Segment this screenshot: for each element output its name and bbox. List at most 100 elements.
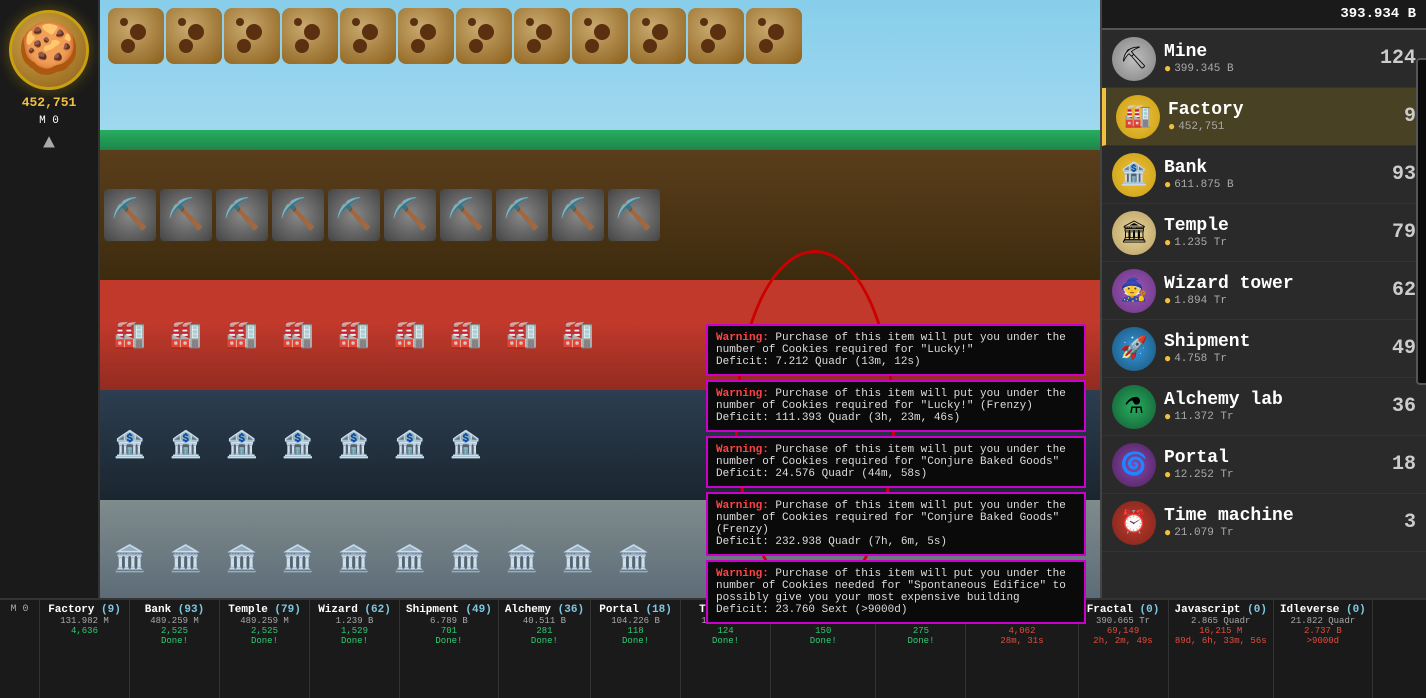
bottom-item-fractal[interactable]: Fractal (0) 390.665 Tr 69,149 2h, 2m, 49…	[1079, 600, 1169, 698]
mine-info: Mine ● 399.345 B	[1164, 42, 1380, 76]
shipment-count: 49	[1386, 337, 1416, 360]
bi-wizard-name: Wizard (62)	[318, 604, 391, 616]
shipment-name: Shipment	[1164, 332, 1386, 352]
bank-count: 93	[1386, 163, 1416, 186]
portal-coin-icon: ●	[1164, 468, 1171, 482]
bi-factory-cookies: 131.982 M	[60, 616, 109, 626]
bi-time-status: Done!	[712, 636, 739, 646]
factory-icon: 🏭	[1116, 95, 1160, 139]
mine-cost: ● 399.345 B	[1164, 62, 1380, 76]
bottom-item-javascript[interactable]: Javascript (0) 2.865 Quadr 16,215 M 89d,…	[1169, 600, 1274, 698]
bi-portal-delta: 118	[627, 626, 643, 636]
alchemy-icon: ⚗	[1112, 385, 1156, 429]
mine-building: ⛏️	[160, 189, 212, 241]
warning-text-2: Purchase of this item will put you under…	[716, 388, 1066, 412]
bi-antimatter-delta: 150	[815, 626, 831, 636]
mine-building: ⛏️	[496, 189, 548, 241]
factory-building: 🏭	[552, 309, 604, 361]
warning-text-1: Purchase of this item will put you under…	[716, 332, 1066, 356]
bi-idleverse-status: >9000d	[1307, 636, 1339, 646]
bi-shipment-name: Shipment (49)	[406, 604, 492, 616]
warning-label-2: Warning:	[716, 388, 769, 400]
bank-building: 🏦	[104, 419, 156, 471]
bi-prism-status: Done!	[907, 636, 934, 646]
bi-idleverse-cookies: 21.822 Quadr	[1290, 616, 1355, 626]
cookie-chunk	[224, 8, 280, 64]
bottom-m0-label: M 0	[10, 604, 28, 615]
mine-icon: ⛏	[1112, 37, 1156, 81]
sidebar-item-temple[interactable]: 🏛 Temple ● 1.235 Tr 79	[1102, 204, 1426, 262]
cookie-chunk	[456, 8, 512, 64]
sidebar-item-timemachine[interactable]: ⏰ Time machine ● 21.079 Tr 3	[1102, 494, 1426, 552]
building-sidebar: 393.934 B ⛏ Mine ● 399.345 B 124 🏭 Facto…	[1100, 0, 1426, 598]
portal-icon: 🌀	[1112, 443, 1156, 487]
sidebar-item-portal[interactable]: 🌀 Portal ● 12.252 Tr 18	[1102, 436, 1426, 494]
factory-building: 🏭	[160, 309, 212, 361]
bi-idleverse-name: Idleverse (0)	[1280, 604, 1366, 616]
factory-count: 9	[1386, 105, 1416, 128]
bottom-item-factory[interactable]: Factory (9) 131.982 M 4,636	[40, 600, 130, 698]
bi-javascript-cookies: 2.865 Quadr	[1191, 616, 1250, 626]
shipment-cost: ● 4.758 Tr	[1164, 352, 1386, 366]
sidebar-item-alchemy[interactable]: ⚗ Alchemy lab ● 11.372 Tr 36	[1102, 378, 1426, 436]
mine-building: ⛏️	[104, 189, 156, 241]
mine-building: ⛏️	[328, 189, 380, 241]
factory-coin-icon: ●	[1168, 120, 1175, 134]
bi-temple-name: Temple (79)	[228, 604, 301, 616]
warning-box-4: Warning: Purchase of this item will put …	[706, 492, 1086, 556]
warning-deficit-1: Deficit: 7.212 Quadr (13m, 12s)	[716, 356, 921, 368]
bottom-item-wizard[interactable]: Wizard (62) 1.239 B 1,529 Done!	[310, 600, 400, 698]
cookie-chunk	[572, 8, 628, 64]
bank-building: 🏦	[216, 419, 268, 471]
temple-name: Temple	[1164, 216, 1386, 236]
factory-info: Factory ● 452,751	[1168, 100, 1386, 134]
warning-text-4: Purchase of this item will put you under…	[716, 500, 1066, 536]
bottom-item-prefix: M 0	[0, 600, 40, 698]
temple-building: 🏛️	[440, 533, 492, 585]
shipment-coin-icon: ●	[1164, 352, 1171, 366]
warning-label-4: Warning:	[716, 500, 769, 512]
mine-building: ⛏️	[272, 189, 324, 241]
bank-building: 🏦	[328, 419, 380, 471]
bi-alchemy-cookies: 40.511 B	[523, 616, 566, 626]
portal-info: Portal ● 12.252 Tr	[1164, 448, 1386, 482]
wizard-cost: ● 1.894 Tr	[1164, 294, 1386, 308]
bank-icon: 🏦	[1112, 153, 1156, 197]
cookie-chunk	[514, 8, 570, 64]
big-cookie-button[interactable]: 🍪	[9, 10, 89, 90]
wizard-count: 62	[1386, 279, 1416, 302]
bottom-item-portal[interactable]: Portal (18) 104.226 B 118 Done!	[591, 600, 681, 698]
bi-shipment-status: Done!	[435, 636, 462, 646]
temple-building: 🏛️	[160, 533, 212, 585]
bi-bank-cookies: 489.259 M	[150, 616, 199, 626]
bi-fractal-cookies: 390.665 Tr	[1096, 616, 1150, 626]
bottom-item-temple[interactable]: Temple (79) 489.259 M 2,525 Done!	[220, 600, 310, 698]
bi-alchemy-status: Done!	[531, 636, 558, 646]
bank-building: 🏦	[440, 419, 492, 471]
bi-portal-status: Done!	[622, 636, 649, 646]
bottom-item-alchemy[interactable]: Alchemy (36) 40.511 B 281 Done!	[499, 600, 591, 698]
sidebar-item-shipment[interactable]: 🚀 Shipment ● 4.758 Tr 49	[1102, 320, 1426, 378]
bottom-item-idleverse[interactable]: Idleverse (0) 21.822 Quadr 2.737 B >9000…	[1274, 600, 1373, 698]
bank-info: Bank ● 611.875 B	[1164, 158, 1386, 192]
sidebar-item-bank[interactable]: 🏦 Bank ● 611.875 B 93	[1102, 146, 1426, 204]
left-panel: 🍪 452,751 M 0 ▲	[0, 0, 100, 598]
bi-chancemaker-status: 28m, 31s	[1000, 636, 1043, 646]
sidebar-item-mine[interactable]: ⛏ Mine ● 399.345 B 124	[1102, 30, 1426, 88]
bi-temple-cookies: 489.259 M	[240, 616, 289, 626]
bi-bank-delta: 2,525	[161, 626, 188, 636]
factory-building: 🏭	[216, 309, 268, 361]
mine-building: ⛏️	[216, 189, 268, 241]
warning-box-1: Warning: Purchase of this item will put …	[706, 324, 1086, 376]
bi-javascript-delta: 16,215 M	[1199, 626, 1242, 636]
scroll-up-arrow[interactable]: ▲	[43, 132, 55, 155]
sidebar-item-factory[interactable]: 🏭 Factory ● 452,751 9	[1102, 88, 1426, 146]
alchemy-name: Alchemy lab	[1164, 390, 1386, 410]
mine-building: ⛏️	[552, 189, 604, 241]
temple-building: 🏛️	[384, 533, 436, 585]
wizard-coin-icon: ●	[1164, 294, 1171, 308]
bottom-item-shipment[interactable]: Shipment (49) 6.789 B 701 Done!	[400, 600, 499, 698]
cookie-score: 452,751	[22, 95, 77, 110]
bottom-item-bank[interactable]: Bank (93) 489.259 M 2,525 Done!	[130, 600, 220, 698]
sidebar-item-wizard[interactable]: 🧙 Wizard tower ● 1.894 Tr 62	[1102, 262, 1426, 320]
